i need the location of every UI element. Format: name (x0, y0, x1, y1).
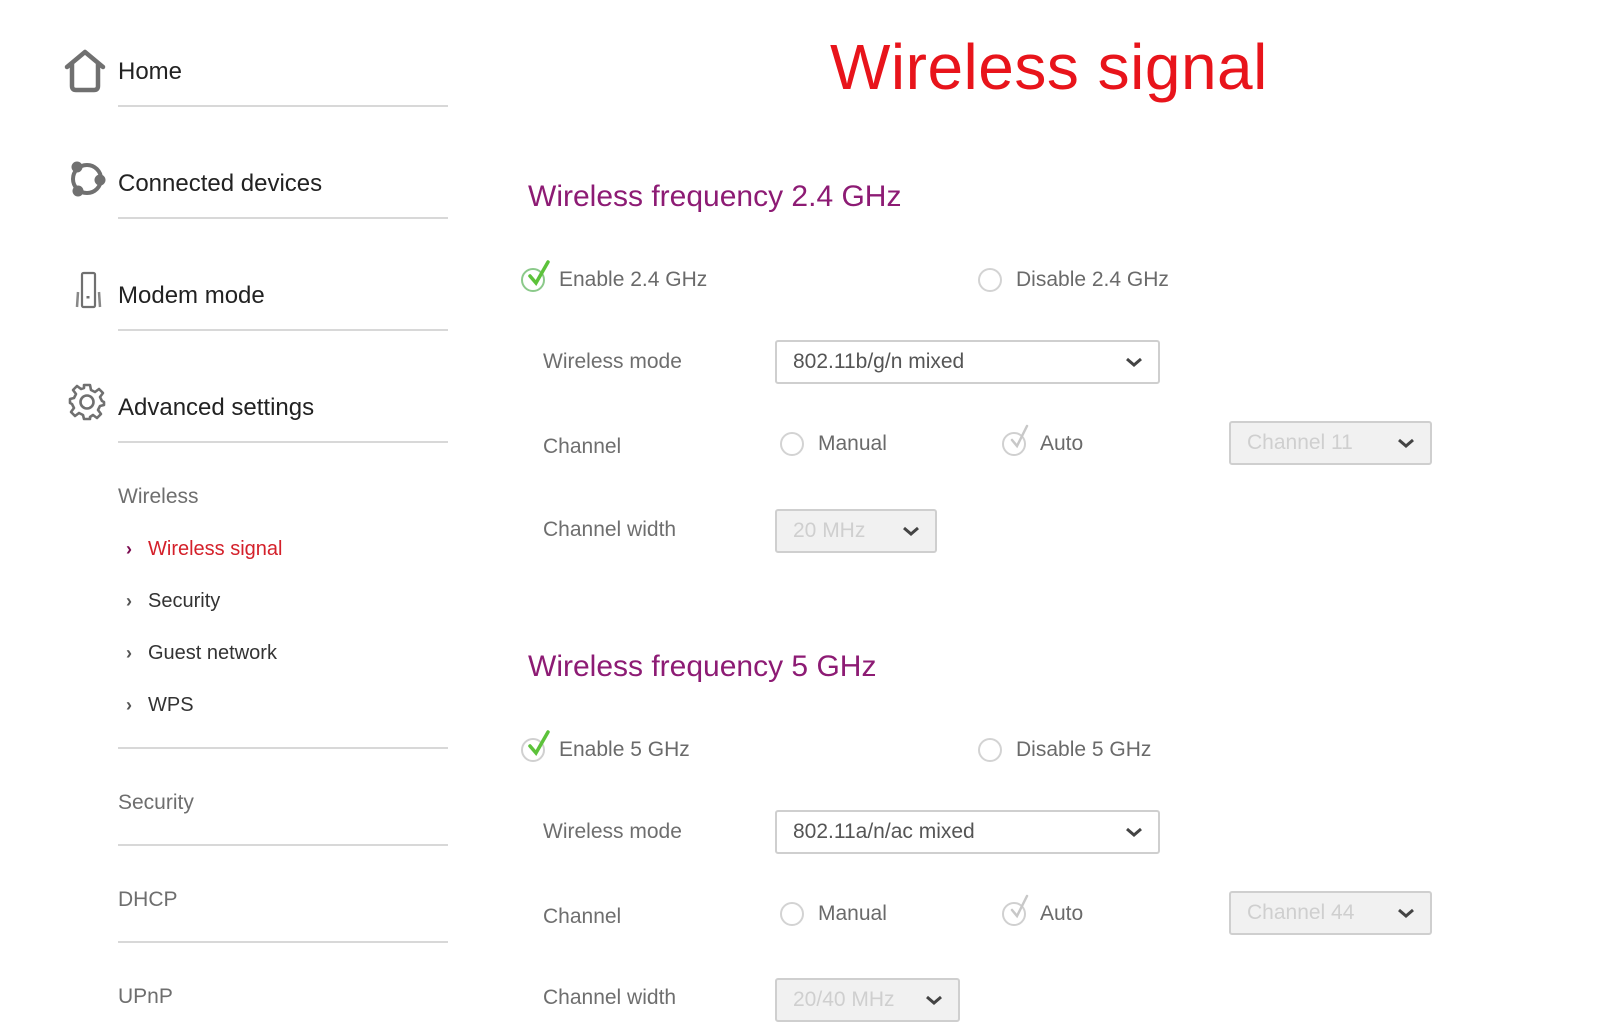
sidebar-item-home-label: Home (118, 58, 183, 85)
select-value: Channel 44 (1247, 901, 1355, 924)
chevron-down-icon (1126, 827, 1142, 837)
modem-icon (75, 271, 102, 309)
sidebar-subitem-wps[interactable]: › WPS (126, 694, 194, 717)
section-title-5ghz: Wireless frequency 5 GHz (528, 650, 877, 683)
divider (118, 105, 448, 107)
channel-auto-radio-5ghz[interactable]: Auto (1002, 894, 1084, 926)
channel-label: Channel (543, 435, 622, 458)
disable-2-4ghz-label: Disable 2.4 GHz (1016, 268, 1169, 291)
divider (118, 441, 448, 443)
checkmark-icon (1010, 424, 1029, 449)
channel-auto-label: Auto (1040, 902, 1084, 925)
checkmark-icon (528, 730, 550, 757)
channel-width-label: Channel width (543, 518, 677, 541)
chevron-right-icon: › (126, 591, 132, 611)
home-icon (64, 49, 106, 93)
radio-checked (1002, 894, 1029, 926)
radio-unchecked (780, 902, 804, 926)
divider (118, 217, 448, 219)
disable-2-4ghz-radio[interactable]: Disable 2.4 GHz (978, 268, 1169, 292)
radio-unchecked (978, 738, 1002, 762)
section-title-2-4ghz: Wireless frequency 2.4 GHz (528, 180, 902, 213)
chevron-down-icon (1398, 438, 1414, 448)
sidebar-item-modem-mode-label: Modem mode (118, 282, 265, 309)
channel-manual-label: Manual (818, 432, 887, 455)
sidebar-subitem-label: Security (148, 590, 221, 612)
chevron-down-icon (1398, 908, 1414, 918)
enable-5ghz-label: Enable 5 GHz (559, 738, 690, 761)
chevron-down-icon (1126, 357, 1142, 367)
enable-2-4ghz-radio[interactable]: Enable 2.4 GHz (521, 260, 708, 292)
gear-icon (68, 383, 106, 421)
channel-select-2-4ghz[interactable]: Channel 11 (1229, 421, 1432, 465)
enable-5ghz-radio[interactable]: Enable 5 GHz (521, 730, 690, 762)
wireless-mode-select-2-4ghz[interactable]: 802.11b/g/n mixed (775, 340, 1160, 384)
sidebar-section-security[interactable]: Security (118, 791, 194, 815)
checkmark-icon (528, 260, 550, 287)
chevron-right-icon: › (126, 695, 132, 715)
divider (118, 941, 448, 943)
radio-unchecked (978, 268, 1002, 292)
wireless-mode-select-5ghz[interactable]: 802.11a/n/ac mixed (775, 810, 1160, 854)
select-value: 802.11b/g/n mixed (793, 350, 965, 373)
wireless-mode-label: Wireless mode (543, 820, 682, 843)
channel-auto-radio-2-4ghz[interactable]: Auto (1002, 424, 1084, 456)
checkmark-icon (1010, 894, 1029, 919)
select-value: 802.11a/n/ac mixed (793, 820, 975, 843)
radio-checked (1002, 424, 1029, 456)
channel-select-5ghz[interactable]: Channel 44 (1229, 891, 1432, 935)
sidebar-subitem-label: Guest network (148, 642, 277, 664)
channel-width-select-5ghz[interactable]: 20/40 MHz (775, 978, 960, 1022)
radio-checked (521, 260, 550, 292)
wireless-mode-label: Wireless mode (543, 350, 682, 373)
channel-manual-radio-2-4ghz[interactable]: Manual (780, 432, 887, 456)
channel-auto-label: Auto (1040, 432, 1084, 455)
disable-5ghz-radio[interactable]: Disable 5 GHz (978, 738, 1151, 762)
chevron-right-icon: › (126, 643, 132, 663)
sidebar-group-wireless[interactable]: Wireless (118, 485, 199, 509)
sidebar-subitem-wireless-signal[interactable]: › Wireless signal (126, 538, 282, 561)
sidebar-section-upnp[interactable]: UPnP (118, 985, 173, 1009)
sidebar-subitem-security[interactable]: › Security (126, 590, 220, 613)
channel-label: Channel (543, 905, 622, 928)
divider (118, 329, 448, 331)
channel-width-label: Channel width (543, 986, 677, 1009)
page-title: Wireless signal (830, 31, 1268, 103)
sidebar-subitem-guest-network[interactable]: › Guest network (126, 642, 277, 665)
chevron-down-icon (926, 995, 942, 1005)
radio-unchecked (780, 432, 804, 456)
chevron-down-icon (903, 526, 919, 536)
select-value: 20 MHz (793, 519, 866, 542)
sidebar-section-dhcp[interactable]: DHCP (118, 888, 178, 912)
sidebar-item-advanced-settings-label: Advanced settings (118, 394, 315, 421)
sidebar-subitem-label: WPS (148, 694, 194, 716)
channel-manual-radio-5ghz[interactable]: Manual (780, 902, 887, 926)
connected-devices-icon (71, 161, 106, 197)
radio-checked (521, 730, 550, 762)
divider (118, 844, 448, 846)
sidebar-item-connected-devices-label: Connected devices (118, 170, 323, 197)
channel-width-select-2-4ghz[interactable]: 20 MHz (775, 509, 937, 553)
select-value: Channel 11 (1247, 431, 1353, 454)
chevron-right-icon: › (126, 539, 132, 559)
disable-5ghz-label: Disable 5 GHz (1016, 738, 1152, 761)
divider (118, 747, 448, 749)
enable-2-4ghz-label: Enable 2.4 GHz (559, 268, 708, 291)
sidebar-subitem-label: Wireless signal (148, 538, 283, 560)
select-value: 20/40 MHz (793, 988, 895, 1011)
channel-manual-label: Manual (818, 902, 887, 925)
